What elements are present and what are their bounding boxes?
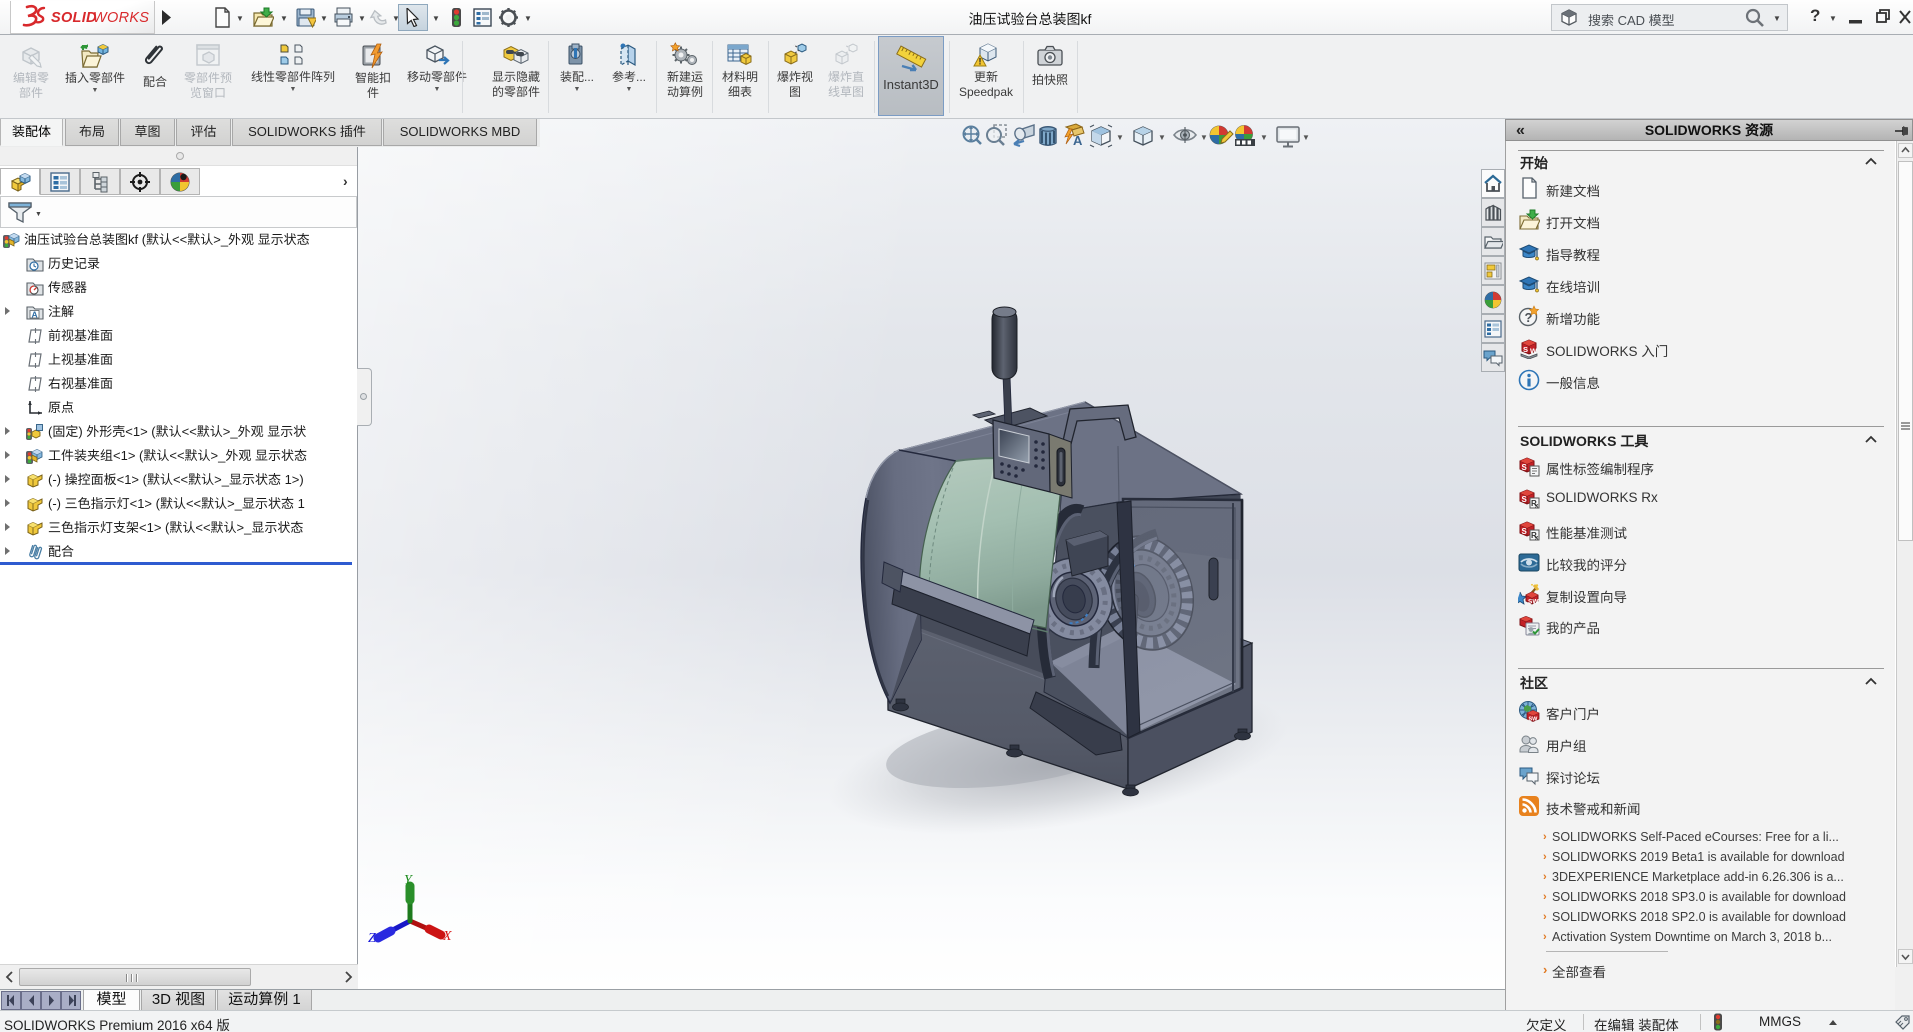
- svg-text:▼: ▼: [1116, 133, 1124, 142]
- svg-text:S: S: [1523, 345, 1528, 354]
- svg-text:S: S: [1522, 527, 1528, 536]
- svg-text:▼: ▼: [1260, 133, 1268, 142]
- svg-text:WORKS: WORKS: [93, 10, 149, 26]
- svg-text:S: S: [1522, 495, 1528, 504]
- svg-text:A: A: [32, 310, 38, 320]
- svg-text:S: S: [1522, 463, 1528, 472]
- svg-text:▼: ▼: [1158, 133, 1166, 142]
- svg-text:Z: Z: [368, 931, 376, 946]
- svg-text:▼: ▼: [1302, 133, 1310, 142]
- svg-text:▼: ▼: [1200, 133, 1208, 142]
- svg-text:!: !: [979, 57, 982, 67]
- svg-text:SW: SW: [1528, 599, 1539, 606]
- svg-text:SW: SW: [1529, 717, 1539, 723]
- svg-text:SOLID: SOLID: [51, 10, 97, 26]
- svg-text:A: A: [1073, 133, 1083, 148]
- svg-text:X: X: [442, 929, 452, 944]
